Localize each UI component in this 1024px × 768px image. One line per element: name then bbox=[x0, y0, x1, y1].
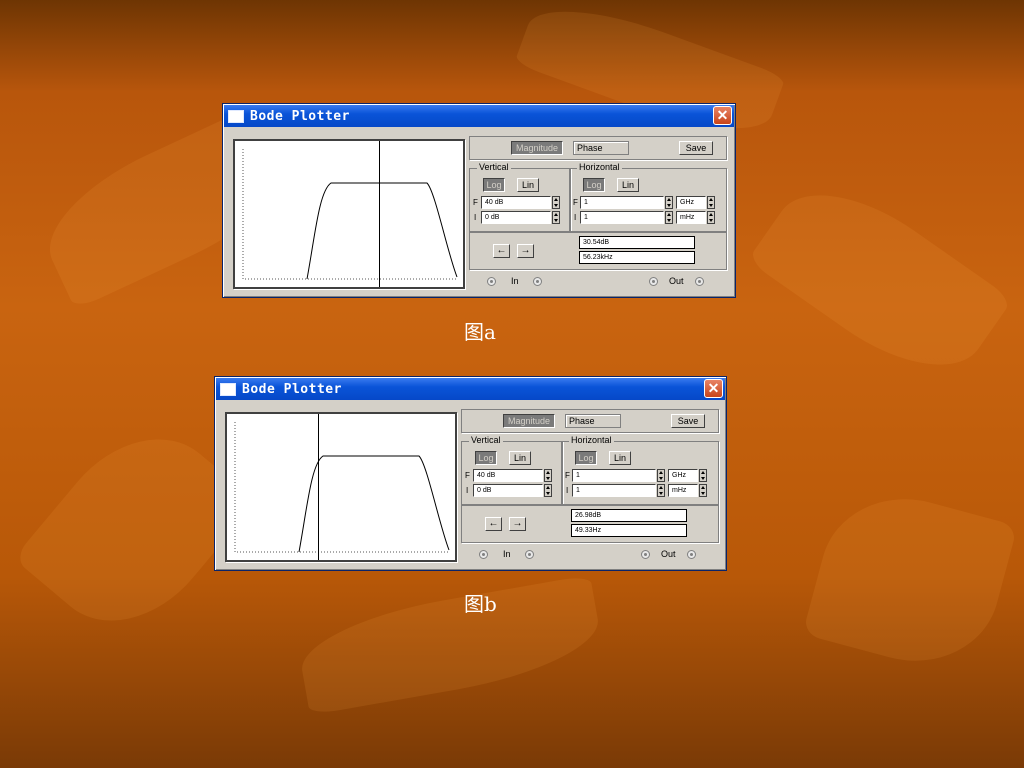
title-bar[interactable]: Bode Plotter ✕ bbox=[224, 105, 734, 127]
magnitude-button[interactable]: Magnitude bbox=[511, 141, 563, 155]
horizontal-final-spinner[interactable] bbox=[665, 196, 673, 209]
horizontal-initial-unit-spinner[interactable] bbox=[707, 211, 715, 224]
horizontal-final-field[interactable]: 1 bbox=[580, 196, 664, 209]
save-button[interactable]: Save bbox=[671, 414, 705, 428]
horizontal-final-unit[interactable]: GHz bbox=[668, 469, 698, 482]
vertical-f-label: F bbox=[465, 471, 470, 480]
vertical-initial-spinner[interactable] bbox=[544, 484, 552, 497]
frequency-readout: 49.33Hz bbox=[571, 524, 687, 537]
horizontal-initial-unit[interactable]: mHz bbox=[668, 484, 698, 497]
window-icon bbox=[220, 382, 236, 396]
frequency-readout: 56.23kHz bbox=[579, 251, 695, 264]
vertical-initial-spinner[interactable] bbox=[552, 211, 560, 224]
bode-plotter-window-a: Bode Plotter ✕ Magnitude Phase Save Vert… bbox=[222, 103, 736, 298]
horizontal-final-unit[interactable]: GHz bbox=[676, 196, 706, 209]
horizontal-f-label: F bbox=[573, 198, 578, 207]
horizontal-initial-field[interactable]: 1 bbox=[572, 484, 656, 497]
window-title: Bode Plotter bbox=[250, 108, 350, 124]
phase-button[interactable]: Phase bbox=[565, 414, 621, 428]
horizontal-initial-spinner[interactable] bbox=[665, 211, 673, 224]
vertical-label: Vertical bbox=[477, 162, 511, 172]
vertical-lin-button[interactable]: Lin bbox=[509, 451, 531, 465]
magnitude-button[interactable]: Magnitude bbox=[503, 414, 555, 428]
in-minus-terminal[interactable] bbox=[525, 550, 534, 559]
in-label: In bbox=[503, 549, 511, 559]
horizontal-log-button[interactable]: Log bbox=[575, 451, 597, 465]
gain-readout: 26.98dB bbox=[571, 509, 687, 522]
out-minus-terminal[interactable] bbox=[687, 550, 696, 559]
horizontal-initial-spinner[interactable] bbox=[657, 484, 665, 497]
vertical-f-label: F bbox=[473, 198, 478, 207]
horizontal-i-label: I bbox=[574, 213, 577, 222]
vertical-initial-field[interactable]: 0 dB bbox=[481, 211, 551, 224]
horizontal-lin-button[interactable]: Lin bbox=[609, 451, 631, 465]
magnitude-plot bbox=[234, 414, 450, 560]
in-label: In bbox=[511, 276, 519, 286]
horizontal-label: Horizontal bbox=[577, 162, 622, 172]
bode-plotter-window-b: Bode Plotter ✕ Magnitude Phase Save Vert… bbox=[214, 376, 727, 571]
vertical-i-label: I bbox=[466, 486, 469, 495]
cursor-right-button[interactable]: → bbox=[509, 517, 526, 531]
out-label: Out bbox=[661, 549, 676, 559]
title-bar[interactable]: Bode Plotter ✕ bbox=[216, 378, 725, 400]
cursor-right-button[interactable]: → bbox=[517, 244, 534, 258]
cursor-left-button[interactable]: ← bbox=[485, 517, 502, 531]
close-icon[interactable]: ✕ bbox=[704, 379, 723, 398]
horizontal-label: Horizontal bbox=[569, 435, 614, 445]
in-plus-terminal[interactable] bbox=[479, 550, 488, 559]
magnitude-plot bbox=[242, 141, 458, 287]
out-plus-terminal[interactable] bbox=[641, 550, 650, 559]
vertical-final-field[interactable]: 40 dB bbox=[473, 469, 543, 482]
dotted-axis bbox=[234, 422, 449, 553]
caption-b: 图b bbox=[464, 592, 497, 616]
horizontal-f-label: F bbox=[565, 471, 570, 480]
vertical-log-button[interactable]: Log bbox=[475, 451, 497, 465]
vertical-log-button[interactable]: Log bbox=[483, 178, 505, 192]
gain-readout: 30.54dB bbox=[579, 236, 695, 249]
in-minus-terminal[interactable] bbox=[533, 277, 542, 286]
vertical-final-spinner[interactable] bbox=[552, 196, 560, 209]
caption-a: 图a bbox=[464, 320, 496, 344]
vertical-final-spinner[interactable] bbox=[544, 469, 552, 482]
vertical-lin-button[interactable]: Lin bbox=[517, 178, 539, 192]
horizontal-final-spinner[interactable] bbox=[657, 469, 665, 482]
vertical-label: Vertical bbox=[469, 435, 503, 445]
horizontal-initial-unit[interactable]: mHz bbox=[676, 211, 706, 224]
magnitude-curve bbox=[306, 182, 458, 280]
cursor-left-button[interactable]: ← bbox=[493, 244, 510, 258]
window-icon bbox=[228, 109, 244, 123]
horizontal-initial-field[interactable]: 1 bbox=[580, 211, 664, 224]
control-panel: Magnitude Phase Save Vertical Log Lin F … bbox=[469, 136, 727, 292]
out-plus-terminal[interactable] bbox=[649, 277, 658, 286]
close-icon[interactable]: ✕ bbox=[713, 106, 732, 125]
vertical-final-field[interactable]: 40 dB bbox=[481, 196, 551, 209]
out-minus-terminal[interactable] bbox=[695, 277, 704, 286]
in-plus-terminal[interactable] bbox=[487, 277, 496, 286]
horizontal-final-unit-spinner[interactable] bbox=[707, 196, 715, 209]
window-title: Bode Plotter bbox=[242, 381, 342, 397]
horizontal-final-unit-spinner[interactable] bbox=[699, 469, 707, 482]
horizontal-initial-unit-spinner[interactable] bbox=[699, 484, 707, 497]
horizontal-i-label: I bbox=[566, 486, 569, 495]
dotted-axis bbox=[242, 149, 457, 280]
plot-area[interactable] bbox=[233, 139, 465, 289]
magnitude-curve bbox=[298, 455, 450, 553]
control-panel: Magnitude Phase Save Vertical Log Lin F … bbox=[461, 409, 719, 565]
save-button[interactable]: Save bbox=[679, 141, 713, 155]
plot-area[interactable] bbox=[225, 412, 457, 562]
vertical-i-label: I bbox=[474, 213, 477, 222]
horizontal-lin-button[interactable]: Lin bbox=[617, 178, 639, 192]
out-label: Out bbox=[669, 276, 684, 286]
vertical-initial-field[interactable]: 0 dB bbox=[473, 484, 543, 497]
horizontal-log-button[interactable]: Log bbox=[583, 178, 605, 192]
phase-button[interactable]: Phase bbox=[573, 141, 629, 155]
horizontal-final-field[interactable]: 1 bbox=[572, 469, 656, 482]
